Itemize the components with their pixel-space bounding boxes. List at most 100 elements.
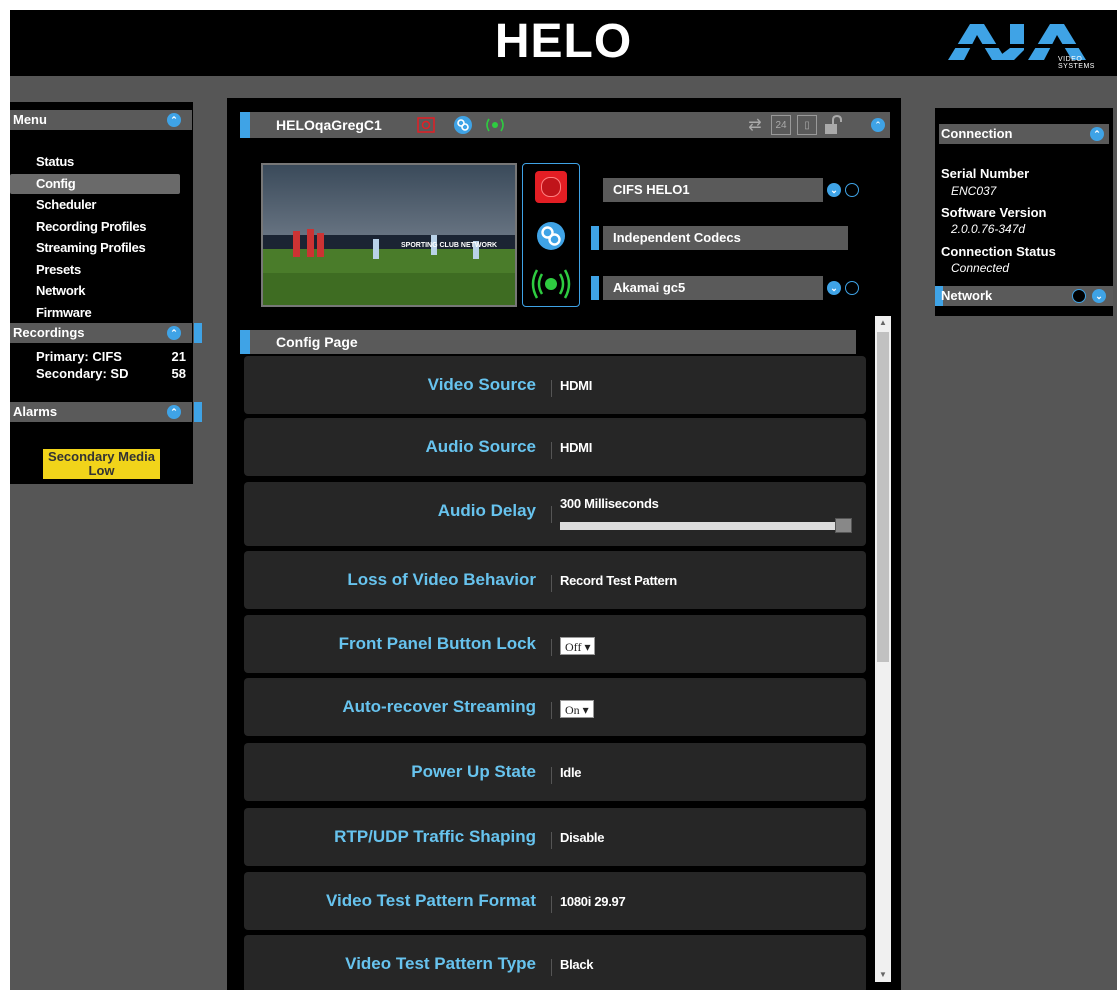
codec-mode-field[interactable]: Independent Codecs [591,226,848,250]
serial-number-value: ENC037 [951,184,997,198]
config-row-audio-delay: Audio Delay 300 Milliseconds [244,482,866,546]
record-button[interactable] [535,171,567,203]
config-value: 1080i 29.97 [560,894,626,909]
connection-header[interactable]: Connection ⌃ [939,124,1109,144]
menu-item-firmware[interactable]: Firmware [10,303,180,323]
config-value: Disable [560,830,605,845]
codec-mode-value: Independent Codecs [613,230,741,245]
unlock-icon[interactable] [823,115,845,135]
section-marker [194,402,202,422]
video-thumbnail[interactable]: SPORTING CLUB NETWORK [261,163,517,307]
swap-icon[interactable]: ⇄ [745,115,765,135]
chevron-down-icon[interactable]: ⌄ [827,281,841,295]
left-panel: Menu ⌃ Status Config Scheduler Recording Pr… [10,102,202,484]
menu-item-status[interactable]: Status [10,152,180,172]
recordings-header[interactable]: Recordings ⌃ [10,323,202,343]
caret-down-icon: ▾ [581,640,591,654]
menu-item-config[interactable]: Config [10,173,180,194]
config-row-video-source: Video Source HDMI [244,356,866,414]
chevron-up-icon[interactable]: ⌃ [167,326,181,340]
recordings-secondary-label: Secondary: SD [36,366,129,381]
config-rows: Video Source HDMI Audio Source HDMI Audio De… [244,356,866,990]
scrollbar-thumb[interactable] [877,332,889,662]
chevron-up-icon[interactable]: ⌃ [167,405,181,419]
divider [551,959,552,976]
settings-gear-icon[interactable] [845,281,859,295]
thumbnail-caption: SPORTING CLUB NETWORK [401,242,497,249]
chevron-up-icon[interactable]: ⌃ [1090,127,1104,141]
stream-destination-select[interactable]: Akamai gc5 ⌄ [591,276,859,300]
slider-handle[interactable] [835,518,852,533]
device-name: HELOqaGregC1 [276,117,382,133]
link-status-icon [454,116,472,134]
calendar-icon[interactable]: 24 [771,115,791,135]
recordings-title: Recordings [13,325,85,340]
config-value: Record Test Pattern [560,573,677,588]
config-label: Audio Delay [437,501,536,520]
stream-destination-value: Akamai gc5 [613,280,686,295]
recordings-primary[interactable]: Primary: CIFS 21 [36,349,186,364]
section-marker [240,330,250,354]
config-row-rtp-udp-traffic-shaping: RTP/UDP Traffic Shaping Disable [244,808,866,866]
config-row-loss-of-video-behavior: Loss of Video Behavior Record Test Patter… [244,551,866,609]
record-icon [541,177,561,197]
device-panel: HELOqaGregC1 ⇄ 24 ▯ ⌃ SPORTING CLUB NETW… [227,98,901,990]
divider [551,506,552,523]
network-title: Network [941,288,993,303]
menu-item-network[interactable]: Network [10,281,180,301]
alarms-header[interactable]: Alarms ⌃ [10,402,202,422]
stream-button[interactable] [531,268,571,300]
auto-recover-streaming-dropdown[interactable]: On ▾ [560,700,594,718]
alarms-title: Alarms [13,404,58,419]
menu-item-presets[interactable]: Presets [10,260,180,280]
config-page-header: Config Page [240,330,856,354]
scroll-up-arrow-icon[interactable]: ▲ [875,316,891,330]
section-marker [591,226,599,250]
stream-status-icon [486,118,504,132]
config-label: Video Test Pattern Format [325,891,536,910]
software-version-value: 2.0.0.76-347d [951,222,1026,236]
config-label: RTP/UDP Traffic Shaping [334,827,536,846]
aja-logo-subtitle: VIDEO SYSTEMS [1058,56,1095,70]
dropdown-value: On [565,703,580,717]
settings-gear-icon[interactable] [1072,289,1086,303]
device-header: HELOqaGregC1 ⇄ 24 ▯ ⌃ [240,112,890,138]
divider [551,380,552,397]
recordings-secondary[interactable]: Secondary: SD 58 [36,366,186,381]
record-destination-select[interactable]: CIFS HELO1 ⌄ [603,178,859,202]
chevron-up-icon[interactable]: ⌃ [871,118,885,132]
chevron-down-icon[interactable]: ⌄ [827,183,841,197]
connection-panel: Connection ⌃ Serial Number ENC037 Softwa… [935,108,1113,316]
recordings-primary-count: 21 [171,349,186,364]
config-label: Loss of Video Behavior [347,570,536,589]
audio-delay-slider[interactable] [560,522,852,530]
recordings-primary-label: Primary: CIFS [36,349,122,364]
menu-item-streaming-profiles[interactable]: Streaming Profiles [10,238,180,258]
chevron-down-icon[interactable]: ⌄ [1092,289,1106,303]
front-panel-button-lock-dropdown[interactable]: Off ▾ [560,637,596,655]
chevron-up-icon[interactable]: ⌃ [167,113,181,127]
menu-item-scheduler[interactable]: Scheduler [10,195,180,215]
scroll-down-arrow-icon[interactable]: ▼ [875,968,891,982]
divider [551,575,552,592]
alarm-badge[interactable]: Secondary Media Low [43,449,160,479]
menu-header[interactable]: Menu ⌃ [10,110,192,130]
settings-gear-icon[interactable] [845,183,859,197]
divider [551,442,552,459]
config-row-auto-recover-streaming: Auto-recover Streaming On ▾ [244,678,866,736]
config-scrollbar[interactable]: ▲ ▼ [875,316,891,982]
divider [551,767,552,784]
config-label: Video Test Pattern Type [345,954,536,973]
film-icon[interactable]: ▯ [797,115,817,135]
config-row-video-test-pattern-format: Video Test Pattern Format 1080i 29.97 [244,872,866,930]
config-label: Power Up State [411,762,536,781]
network-header[interactable]: Network ⌄ [935,286,1113,306]
config-label: Auto-recover Streaming [342,697,536,716]
config-value: HDMI [560,440,593,455]
connection-status-label: Connection Status [941,244,1056,259]
section-marker [240,112,250,138]
link-button[interactable] [535,220,567,252]
config-value: HDMI [560,378,593,393]
menu-item-recording-profiles[interactable]: Recording Profiles [10,217,180,237]
menu-title: Menu [13,112,47,127]
